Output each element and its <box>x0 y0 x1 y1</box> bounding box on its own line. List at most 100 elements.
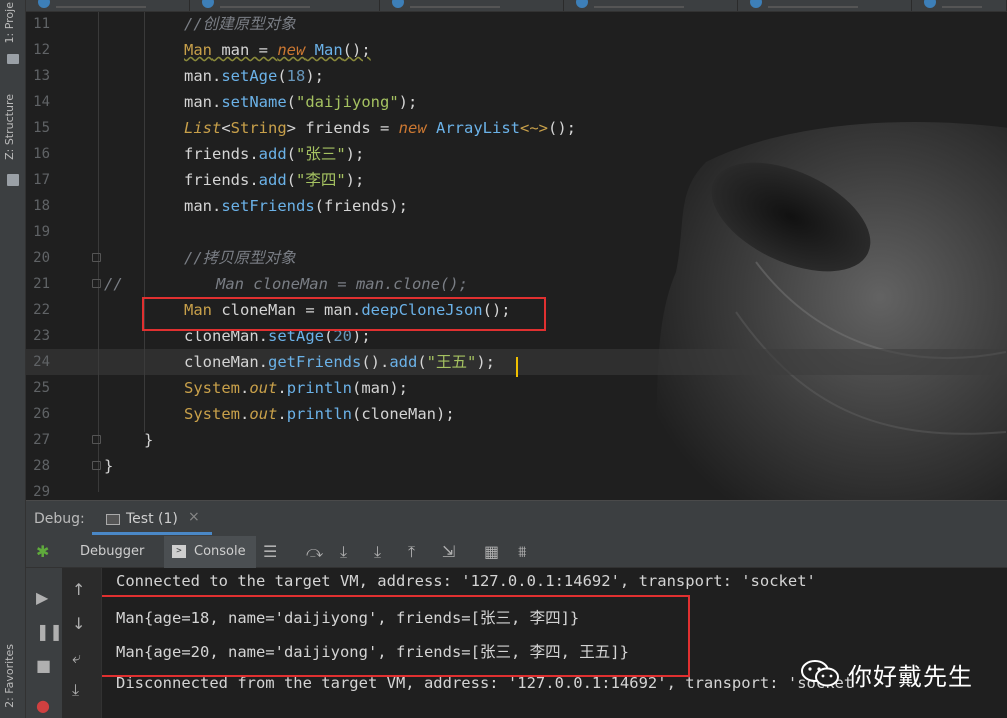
code-editor[interactable]: 11//创建原型对象 12 Man man = new Man(); 13 man.se… <box>26 12 1007 500</box>
step-into-icon[interactable]: ⤓ <box>340 542 347 562</box>
line-number: 11 <box>33 16 50 32</box>
code-line[interactable]: 12 Man man = new Man(); <box>26 37 1007 63</box>
editor-tab[interactable] <box>912 0 1007 11</box>
fold-marker-icon[interactable] <box>92 279 101 288</box>
code-token: ( <box>286 93 296 111</box>
code-token: ( <box>286 171 296 189</box>
code-token: "张三" <box>296 145 346 163</box>
editor-tab[interactable] <box>26 0 190 11</box>
code-line[interactable]: 15 List<String> friends = new ArrayList<~… <box>26 115 1007 141</box>
line-number: 18 <box>33 198 50 214</box>
code-token: List <box>184 119 222 137</box>
code-token: . <box>277 405 287 423</box>
debug-bug-icon[interactable]: ✱ <box>36 542 49 561</box>
code-line[interactable]: 13 man.setAge(18); <box>26 63 1007 89</box>
evaluate-icon[interactable]: ▦ <box>484 542 499 561</box>
line-number: 28 <box>33 458 50 474</box>
console-icon: > <box>172 545 186 558</box>
code-token: ); <box>398 93 418 111</box>
menu-icon[interactable]: ☰ <box>263 542 277 561</box>
fold-marker-icon[interactable] <box>92 253 101 262</box>
java-class-icon <box>750 0 762 8</box>
debug-label: Debug: <box>34 511 85 527</box>
editor-tab[interactable] <box>738 0 912 11</box>
highlight-box-output <box>102 595 690 677</box>
tab-debugger[interactable]: Debugger <box>80 544 144 559</box>
editor-tab[interactable] <box>380 0 564 11</box>
code-line[interactable]: 26 System.out.println(cloneMan); <box>26 401 1007 427</box>
code-text: System.out.println(cloneMan); <box>184 401 455 427</box>
up-arrow-icon[interactable]: ↑ <box>72 580 85 599</box>
scroll-to-end-icon[interactable]: ⤓ <box>72 680 79 700</box>
debug-toolbar: ✱ Debugger > Console ☰ ⤼ ⤓ ⤓ ⤒ ⇲ ▦ ⩩ <box>26 536 1007 568</box>
code-token: (friends); <box>314 197 408 215</box>
code-token: ( <box>417 353 427 371</box>
close-icon[interactable]: × <box>188 509 200 525</box>
tab-console-label: Console <box>194 544 246 559</box>
down-arrow-icon[interactable]: ↓ <box>72 614 85 633</box>
code-token: getFriends <box>268 353 362 371</box>
code-token: > friends = <box>286 119 399 137</box>
editor-tabs-row <box>26 0 1007 12</box>
favorites-tool-tab[interactable]: 2: Favorites <box>3 644 16 708</box>
editor-tab[interactable] <box>190 0 380 11</box>
code-token: out <box>249 405 278 423</box>
code-line[interactable]: 21 // Man cloneMan = man.clone(); <box>26 271 1007 297</box>
step-over-icon[interactable]: ⤼ <box>306 542 323 562</box>
code-line[interactable]: 11 //创建原型对象 <box>26 12 1007 37</box>
pause-icon[interactable]: ❚❚ <box>36 622 63 641</box>
code-text: Man man = new Man(); <box>184 37 371 63</box>
code-text: //拷贝原型对象 <box>184 245 296 271</box>
breakpoints-icon[interactable]: ● <box>36 696 50 715</box>
line-number: 17 <box>33 172 50 188</box>
line-number: 25 <box>33 380 50 396</box>
code-token: 18 <box>286 67 306 85</box>
code-token: ); <box>345 145 365 163</box>
code-text: friends.add("张三"); <box>184 141 364 167</box>
code-line[interactable]: 29 <box>26 479 1007 500</box>
code-line[interactable]: 25 System.out.println(man); <box>26 375 1007 401</box>
code-token: man = <box>212 41 278 59</box>
code-line[interactable]: 16 friends.add("张三"); <box>26 141 1007 167</box>
code-token: setFriends <box>221 197 315 215</box>
code-line[interactable]: 27} <box>26 427 1007 453</box>
soft-wrap-icon[interactable]: ⤶ <box>72 648 81 668</box>
watermark-text: 你好戴先生 <box>848 662 973 691</box>
code-line[interactable]: 14 man.setName("daijiyong"); <box>26 89 1007 115</box>
code-token: (); <box>548 119 576 137</box>
text-caret <box>516 357 518 377</box>
resume-icon[interactable]: ▶ <box>36 588 48 607</box>
folder-icon <box>7 54 19 64</box>
console-output[interactable]: Connected to the target VM, address: '12… <box>102 568 1007 718</box>
code-token: // Man cloneMan = man.clone(); <box>104 275 468 293</box>
force-step-into-icon[interactable]: ⤓ <box>374 542 381 562</box>
code-text: man.setAge(18); <box>184 63 324 89</box>
code-line[interactable]: 19 <box>26 219 1007 245</box>
watermark: 你好戴先生 <box>800 654 973 694</box>
run-config-tab[interactable]: Test (1) × <box>92 505 212 535</box>
code-token: setAge <box>221 67 278 85</box>
fold-marker-icon[interactable] <box>92 461 101 470</box>
step-out-icon[interactable]: ⤒ <box>408 542 415 562</box>
project-tool-tab[interactable]: 1: Proje <box>3 2 16 43</box>
java-class-icon <box>202 0 214 8</box>
run-to-cursor-icon[interactable]: ⇲ <box>442 542 455 561</box>
highlight-box-deep-clone <box>142 297 546 331</box>
code-token: setName <box>221 93 287 111</box>
code-line[interactable]: 28} <box>26 453 1007 479</box>
code-text: System.out.println(man); <box>184 375 408 401</box>
structure-tool-tab[interactable]: Z: Structure <box>3 94 16 160</box>
code-text: } <box>144 427 153 453</box>
code-line[interactable]: 18 man.setFriends(friends); <box>26 193 1007 219</box>
code-line[interactable]: 20 //拷贝原型对象 <box>26 245 1007 271</box>
editor-tab[interactable] <box>564 0 738 11</box>
code-line[interactable]: 17 friends.add("李四"); <box>26 167 1007 193</box>
structure-icon <box>7 174 19 186</box>
trace-icon[interactable]: ⩩ <box>518 542 527 562</box>
code-token: . <box>240 405 250 423</box>
fold-marker-icon[interactable] <box>92 435 101 444</box>
stop-icon[interactable]: ■ <box>36 656 51 675</box>
code-token: new <box>277 41 306 59</box>
code-text: List<String> friends = new ArrayList<~>(… <box>184 115 576 141</box>
tab-console[interactable]: > Console <box>164 536 256 568</box>
